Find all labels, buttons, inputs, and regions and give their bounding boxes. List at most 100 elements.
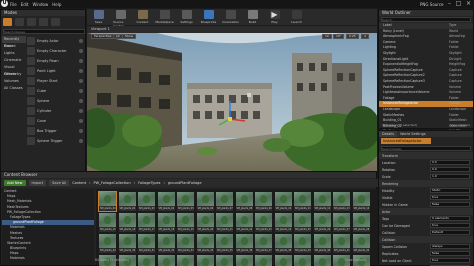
- asset-thumbnail[interactable]: SM_plants_08: [235, 192, 253, 211]
- asset-thumbnail[interactable]: SM_plants_31: [138, 234, 155, 253]
- perspective-button[interactable]: Perspective: [91, 34, 115, 39]
- category-cinematic[interactable]: Cinematic: [2, 57, 26, 64]
- asset-thumbnail[interactable]: SM_plants_09: [255, 192, 272, 211]
- list-item[interactable]: Sphere: [27, 96, 85, 106]
- property-value-field[interactable]: Always: [430, 244, 470, 249]
- details-search-input[interactable]: [381, 146, 471, 151]
- asset-thumbnail[interactable]: SM_plants_03: [138, 192, 155, 211]
- folder-tree-item[interactable]: Materials: [2, 256, 94, 261]
- asset-thumbnail[interactable]: SM_plants_21: [216, 213, 233, 232]
- asset-thumbnail[interactable]: SM_plants_29: [99, 234, 116, 253]
- asset-thumbnail[interactable]: SM_plants_07: [216, 192, 233, 211]
- asset-thumbnail[interactable]: SM_plants_01: [98, 191, 117, 212]
- asset-thumbnail[interactable]: SM_plants_02: [118, 192, 136, 211]
- property-value-field[interactable]: Default: [430, 230, 470, 235]
- asset-thumbnail[interactable]: SM_plants_14: [352, 192, 370, 211]
- breadcrumb-content[interactable]: Content: [72, 181, 86, 185]
- menu-help[interactable]: Help: [52, 2, 61, 7]
- list-item[interactable]: Box Trigger: [27, 126, 85, 136]
- asset-thumbnail[interactable]: SM_plants_32: [157, 234, 175, 253]
- tab-details[interactable]: Details: [379, 131, 398, 137]
- asset-thumbnail[interactable]: SM_plants_34: [196, 234, 214, 253]
- scale-snap-button[interactable]: 0.25: [346, 34, 359, 39]
- blueprints-button[interactable]: Blueprints: [201, 10, 216, 24]
- outliner-tab[interactable]: World Outliner: [379, 10, 473, 16]
- list-item[interactable]: Player Start: [27, 76, 85, 86]
- asset-thumbnail[interactable]: SM_plants_33: [177, 234, 194, 253]
- category-geometry[interactable]: Geometry: [2, 71, 26, 78]
- rotation-snap-button[interactable]: 10°: [333, 34, 345, 39]
- outliner-search-input[interactable]: [381, 17, 471, 22]
- breadcrumb-foliage-types[interactable]: FoliageTypes: [138, 181, 160, 185]
- list-item[interactable]: Cylinder: [27, 106, 85, 116]
- asset-thumbnail[interactable]: SM_plants_06: [196, 192, 214, 211]
- save-all-button[interactable]: Save All: [49, 180, 70, 186]
- asset-thumbnail[interactable]: SM_plants_04: [157, 192, 175, 211]
- asset-thumbnail[interactable]: SM_plants_54: [313, 255, 331, 266]
- asset-thumbnail[interactable]: SM_plants_23: [255, 213, 272, 232]
- breadcrumb-pw-foliage[interactable]: PW_FoliageCollection: [94, 181, 131, 185]
- breadcrumb-ground-plant[interactable]: groundPlantFoliage: [168, 181, 202, 185]
- settings-button[interactable]: Settings: [179, 10, 194, 24]
- asset-thumbnail[interactable]: SM_plants_37: [255, 234, 272, 253]
- asset-thumbnail[interactable]: SM_plants_42: [352, 234, 370, 253]
- outliner-view-options[interactable]: View Options: [450, 123, 470, 127]
- asset-thumbnail[interactable]: SM_plants_53: [294, 255, 311, 266]
- asset-thumbnail[interactable]: SM_plants_17: [138, 213, 155, 232]
- property-value-field[interactable]: false: [430, 251, 470, 256]
- asset-thumbnail[interactable]: SM_plants_46: [157, 255, 175, 266]
- list-item[interactable]: Empty Actor: [27, 36, 85, 46]
- cinematics-button[interactable]: Cinematics: [222, 10, 239, 24]
- save-button[interactable]: Save: [91, 10, 106, 24]
- asset-thumbnail[interactable]: SM_plants_30: [118, 234, 136, 253]
- asset-thumbnail[interactable]: SM_plants_19: [177, 213, 194, 232]
- property-value-field[interactable]: 0.0: [430, 167, 470, 172]
- property-value-field[interactable]: true: [430, 195, 470, 200]
- asset-thumbnail[interactable]: SM_plants_45: [138, 255, 155, 266]
- place-mode-icon[interactable]: [3, 18, 12, 26]
- asset-thumbnail[interactable]: SM_plants_48: [196, 255, 214, 266]
- list-item[interactable]: Empty Pawn: [27, 56, 85, 66]
- asset-thumbnail[interactable]: SM_plants_24: [274, 213, 292, 232]
- modes-search-input[interactable]: [3, 29, 85, 34]
- asset-thumbnail[interactable]: SM_plants_50: [235, 255, 253, 266]
- property-value-field[interactable]: 0.0: [430, 160, 470, 165]
- list-item[interactable]: Sphere Trigger: [27, 136, 85, 146]
- asset-thumbnail[interactable]: SM_plants_12: [313, 192, 331, 211]
- details-section-header[interactable]: Actor: [379, 208, 473, 215]
- asset-thumbnail[interactable]: SM_plants_22: [235, 213, 253, 232]
- asset-thumbnail[interactable]: SM_plants_49: [216, 255, 233, 266]
- content-view-options[interactable]: View Options: [345, 258, 366, 262]
- asset-thumbnail[interactable]: SM_plants_20: [196, 213, 214, 232]
- category-visual-effects[interactable]: Visual Effects: [2, 64, 26, 76]
- camera-speed-button[interactable]: 4: [361, 34, 369, 39]
- geometry-mode-icon[interactable]: [51, 18, 60, 26]
- asset-thumbnail[interactable]: SM_plants_52: [274, 255, 292, 266]
- add-new-button[interactable]: Add New: [4, 180, 26, 186]
- property-value-field[interactable]: 0 elements: [430, 216, 470, 221]
- asset-thumbnail[interactable]: SM_plants_13: [333, 192, 350, 211]
- asset-thumbnail[interactable]: SM_plants_40: [313, 234, 331, 253]
- modes-tab[interactable]: Modes: [1, 10, 85, 16]
- asset-thumbnail[interactable]: SM_plants_47: [177, 255, 194, 266]
- viewport-tab[interactable]: Viewport 1: [91, 27, 110, 31]
- asset-thumbnail[interactable]: SM_plants_36: [235, 234, 253, 253]
- show-button[interactable]: Show: [122, 34, 137, 39]
- level-viewport[interactable]: Viewport 1 Perspective Lit Show 10 10° 0…: [87, 26, 377, 174]
- close-icon[interactable]: ×: [464, 0, 473, 8]
- list-item[interactable]: Empty Character: [27, 46, 85, 56]
- details-section-header[interactable]: Rendering: [379, 180, 473, 187]
- property-value-field[interactable]: true: [430, 258, 470, 263]
- category-lights[interactable]: Lights: [2, 50, 26, 57]
- foliage-mode-icon[interactable]: [39, 18, 48, 26]
- asset-thumbnail[interactable]: SM_plants_41: [333, 234, 350, 253]
- asset-thumbnail[interactable]: SM_plants_27: [333, 213, 350, 232]
- asset-thumbnail[interactable]: SM_plants_05: [177, 192, 194, 211]
- asset-thumbnail[interactable]: SM_plants_25: [294, 213, 311, 232]
- grid-snap-button[interactable]: 10: [322, 34, 332, 39]
- maximize-icon[interactable]: □: [454, 0, 463, 8]
- list-item[interactable]: Point Light: [27, 66, 85, 76]
- minimize-icon[interactable]: –: [445, 0, 454, 8]
- content-browser-tab[interactable]: Content Browser: [1, 172, 376, 178]
- category-volumes[interactable]: Volumes: [2, 78, 26, 85]
